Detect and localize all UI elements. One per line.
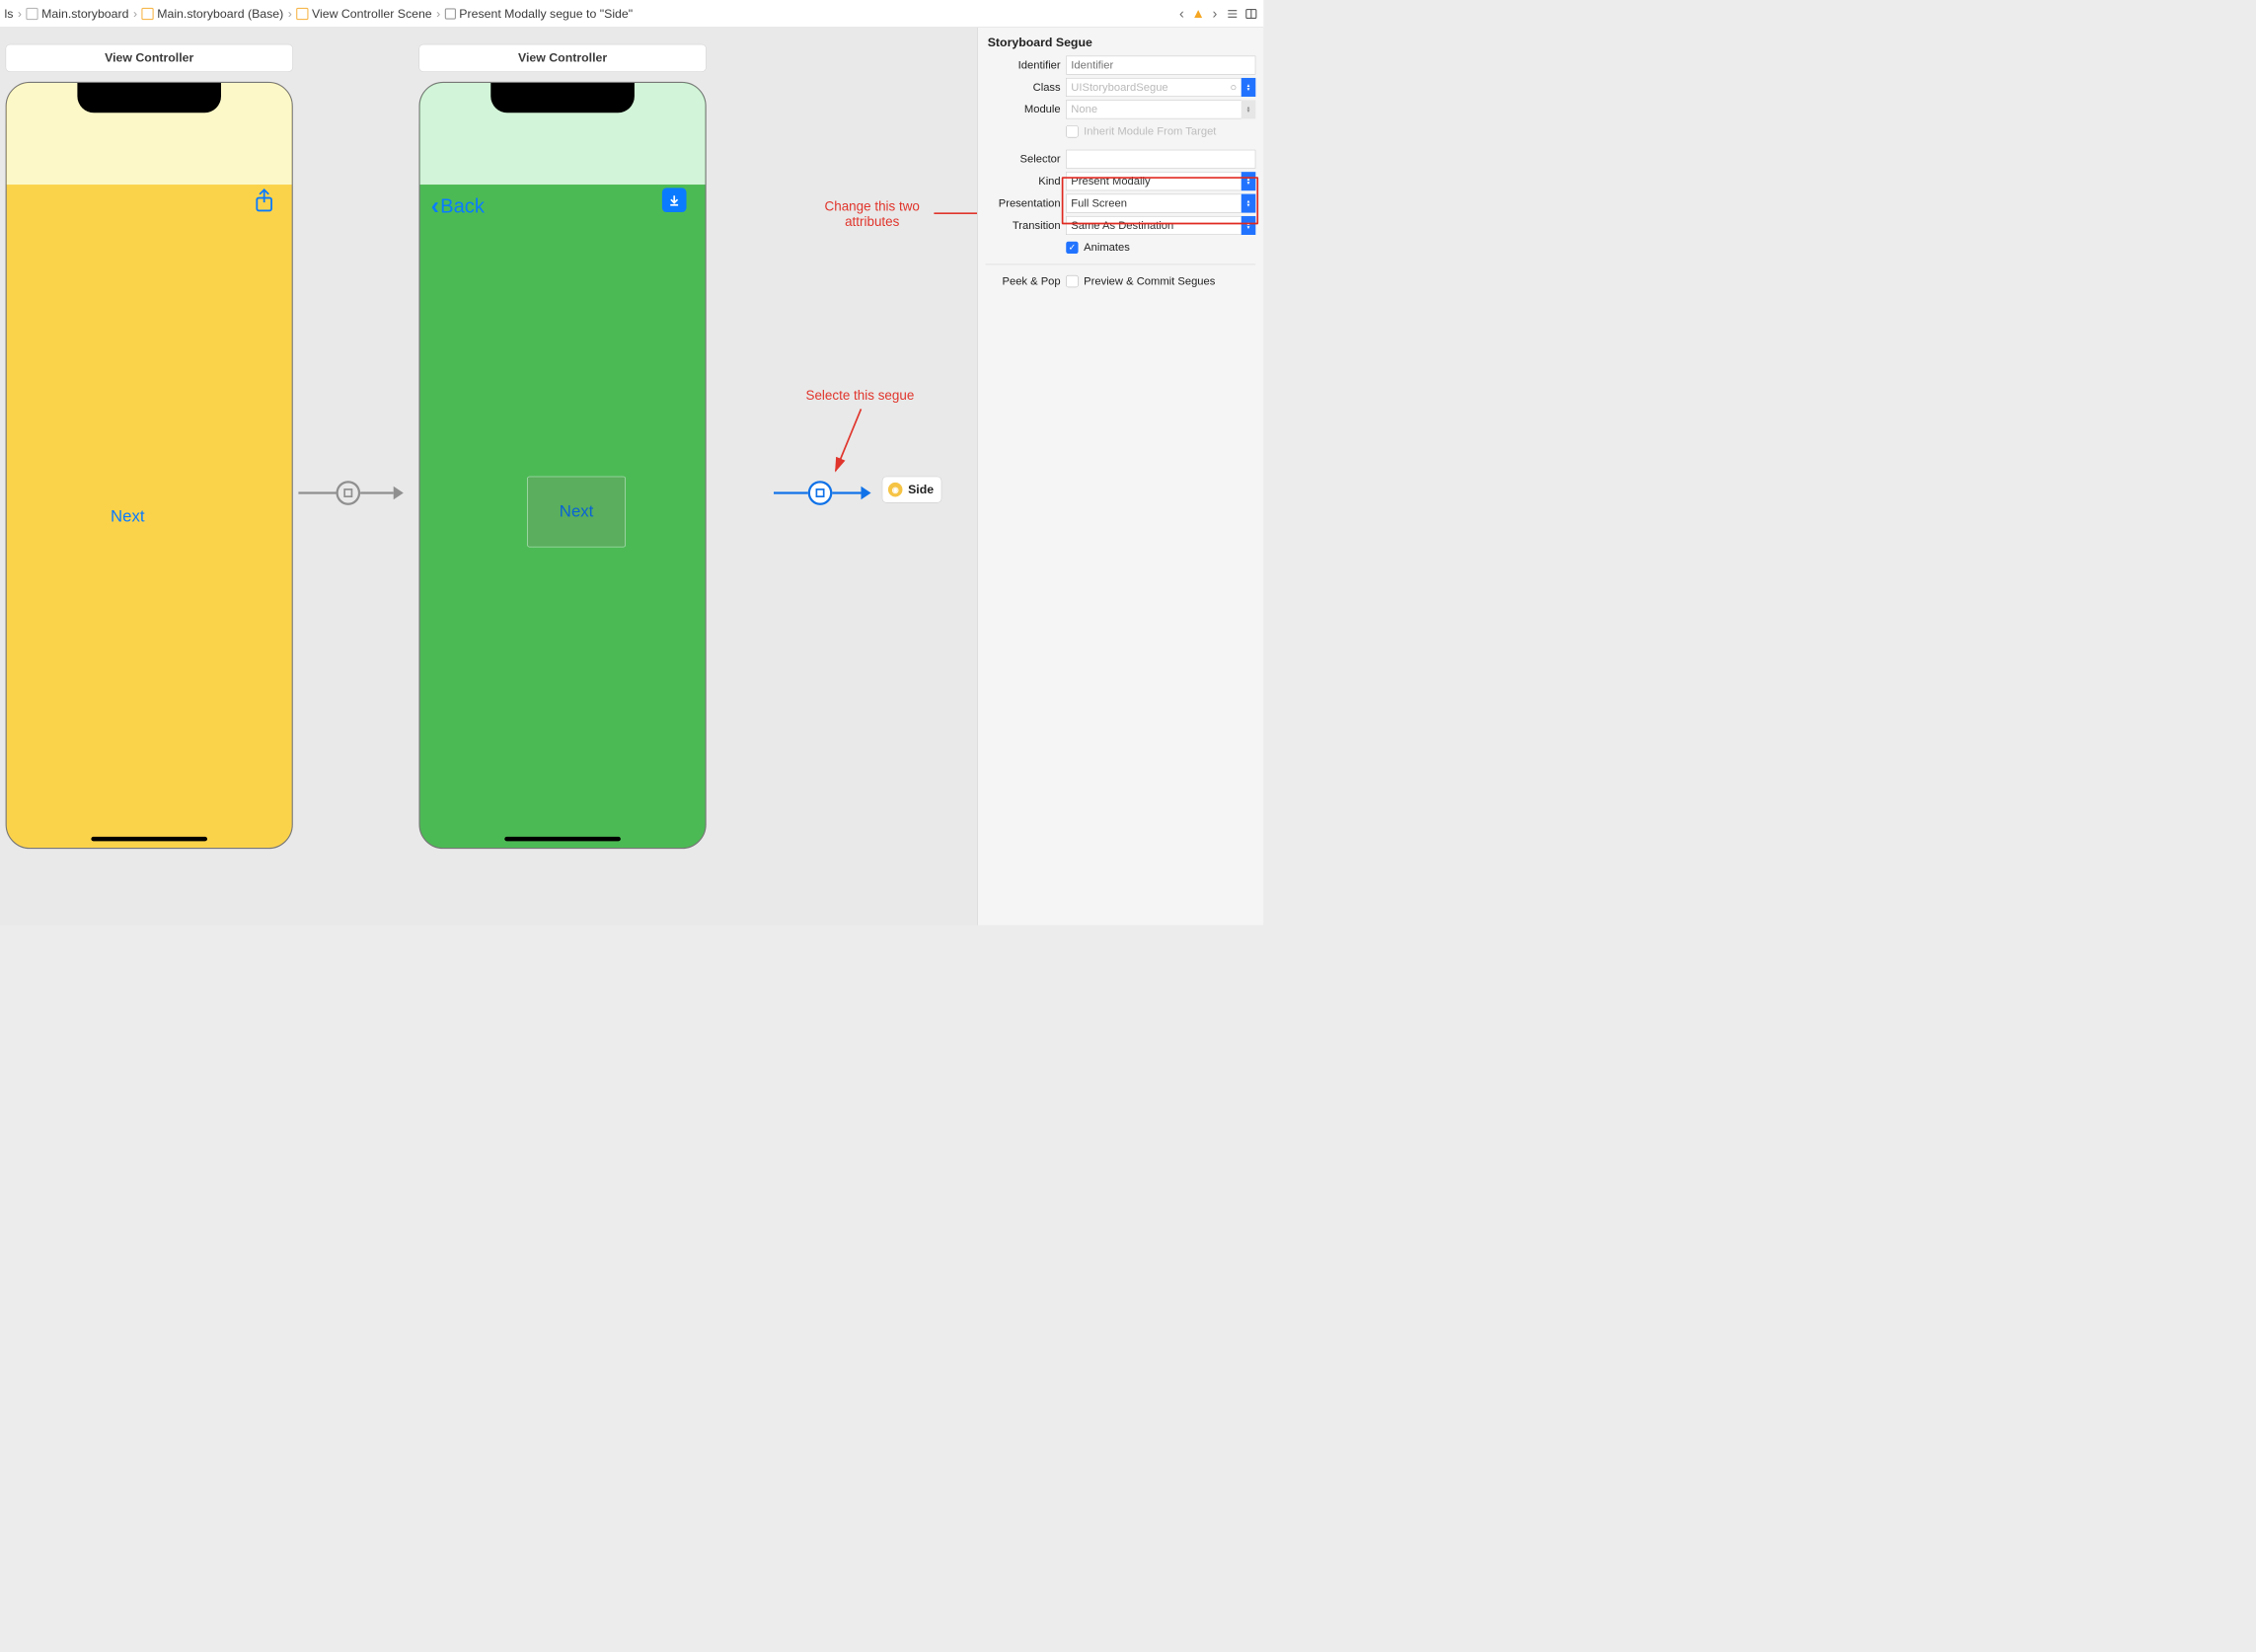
segue-present-icon — [336, 481, 360, 505]
chevron-left-icon: ‹ — [431, 192, 439, 220]
annotation-arrow-2 — [828, 406, 872, 483]
kind-dropdown[interactable]: Present Modally — [1066, 172, 1241, 190]
breadcrumb-seg-2[interactable]: Main.storyboard (Base) — [142, 6, 284, 21]
animates-checkbox[interactable]: ✓ — [1066, 242, 1078, 254]
storyboard-reference-icon: ◉ — [888, 483, 903, 497]
peek-pop-checkbox[interactable] — [1066, 275, 1078, 287]
scene-1-next-button[interactable]: Next — [111, 507, 145, 526]
download-icon[interactable] — [662, 188, 687, 212]
history-back-button[interactable]: ‹ — [1175, 5, 1188, 22]
breadcrumb-seg-3[interactable]: View Controller Scene — [296, 6, 431, 21]
presentation-dropdown[interactable]: Full Screen — [1066, 194, 1241, 213]
scene-2-device[interactable]: ‹Back Next — [418, 82, 706, 849]
transition-label: Transition — [985, 219, 1060, 232]
selector-label: Selector — [985, 153, 1060, 166]
segue-vc1-to-vc2[interactable] — [298, 481, 414, 505]
scene-1-device[interactable]: Next — [6, 82, 293, 849]
home-indicator — [91, 837, 207, 841]
chevron-right-icon: › — [287, 6, 293, 21]
module-field[interactable]: None — [1066, 100, 1241, 118]
class-label: Class — [985, 81, 1060, 94]
breadcrumb-bar: ls › Main.storyboard › Main.storyboard (… — [0, 0, 1263, 28]
inherit-module-label: Inherit Module From Target — [1084, 125, 1216, 138]
module-dropdown-button[interactable]: ▴▾ — [1241, 100, 1256, 118]
presentation-label: Presentation — [985, 197, 1060, 210]
peek-pop-value-label: Preview & Commit Segues — [1084, 275, 1215, 288]
back-button[interactable]: ‹Back — [431, 192, 485, 220]
breadcrumb-seg-1[interactable]: Main.storyboard — [26, 6, 128, 21]
scene-2-title-bar[interactable]: View Controller — [418, 44, 706, 72]
annotation-change-attributes: Change this two attributes — [825, 199, 920, 230]
module-label: Module — [985, 103, 1060, 115]
breadcrumb-seg-4[interactable]: Present Modally segue to "Side" — [445, 6, 633, 21]
kind-label: Kind — [985, 175, 1060, 188]
selector-field[interactable] — [1066, 150, 1255, 169]
history-forward-button[interactable]: › — [1208, 5, 1221, 22]
scene-icon — [296, 8, 308, 20]
kind-dropdown-button[interactable]: ▴▾ — [1241, 172, 1256, 190]
chevron-right-icon: › — [132, 6, 138, 21]
inspector-section-header: Storyboard Segue — [985, 32, 1255, 53]
scene-2-title: View Controller — [518, 51, 607, 66]
device-notch — [490, 82, 635, 113]
segue-present-icon — [808, 481, 833, 505]
device-notch — [77, 82, 221, 113]
identifier-label: Identifier — [985, 59, 1060, 72]
storyboard-file-icon — [26, 8, 38, 20]
assistant-editor-icon[interactable] — [1243, 6, 1259, 22]
scene-1-title: View Controller — [105, 51, 193, 66]
class-dropdown-button[interactable]: ▴▾ — [1241, 78, 1256, 97]
warning-icon[interactable]: ▲ — [1191, 6, 1204, 22]
chevron-right-icon: › — [435, 6, 441, 21]
transition-dropdown-button[interactable]: ▴▾ — [1241, 216, 1256, 235]
share-icon[interactable] — [253, 188, 274, 219]
breadcrumb-seg-0[interactable]: ls — [4, 6, 13, 21]
storyboard-base-icon — [142, 8, 154, 20]
peek-pop-label: Peek & Pop — [985, 275, 1060, 288]
home-indicator — [504, 837, 621, 841]
segue-vc2-to-side[interactable] — [774, 481, 878, 505]
scene-1-title-bar[interactable]: View Controller — [6, 44, 293, 72]
animates-label: Animates — [1084, 241, 1130, 254]
scene-2-next-container[interactable]: Next — [527, 477, 626, 548]
segue-icon — [445, 8, 456, 19]
presentation-dropdown-button[interactable]: ▴▾ — [1241, 194, 1256, 213]
inherit-module-checkbox[interactable] — [1066, 125, 1078, 137]
annotation-select-segue: Selecte this segue — [805, 388, 914, 404]
outline-toggle-icon[interactable] — [1225, 6, 1241, 22]
storyboard-canvas[interactable]: View Controller Next View Controller ‹Ba… — [0, 28, 977, 925]
scene-side-reference[interactable]: ◉ Side — [882, 477, 942, 503]
class-field[interactable]: UIStoryboardSegue○ — [1066, 78, 1241, 97]
identifier-field[interactable] — [1066, 56, 1255, 75]
chevron-right-icon: › — [17, 6, 23, 21]
inspector-panel: Storyboard Segue Identifier Class UIStor… — [977, 0, 1263, 925]
annotation-arrow-1 — [934, 203, 977, 225]
transition-dropdown[interactable]: Same As Destination — [1066, 216, 1241, 235]
